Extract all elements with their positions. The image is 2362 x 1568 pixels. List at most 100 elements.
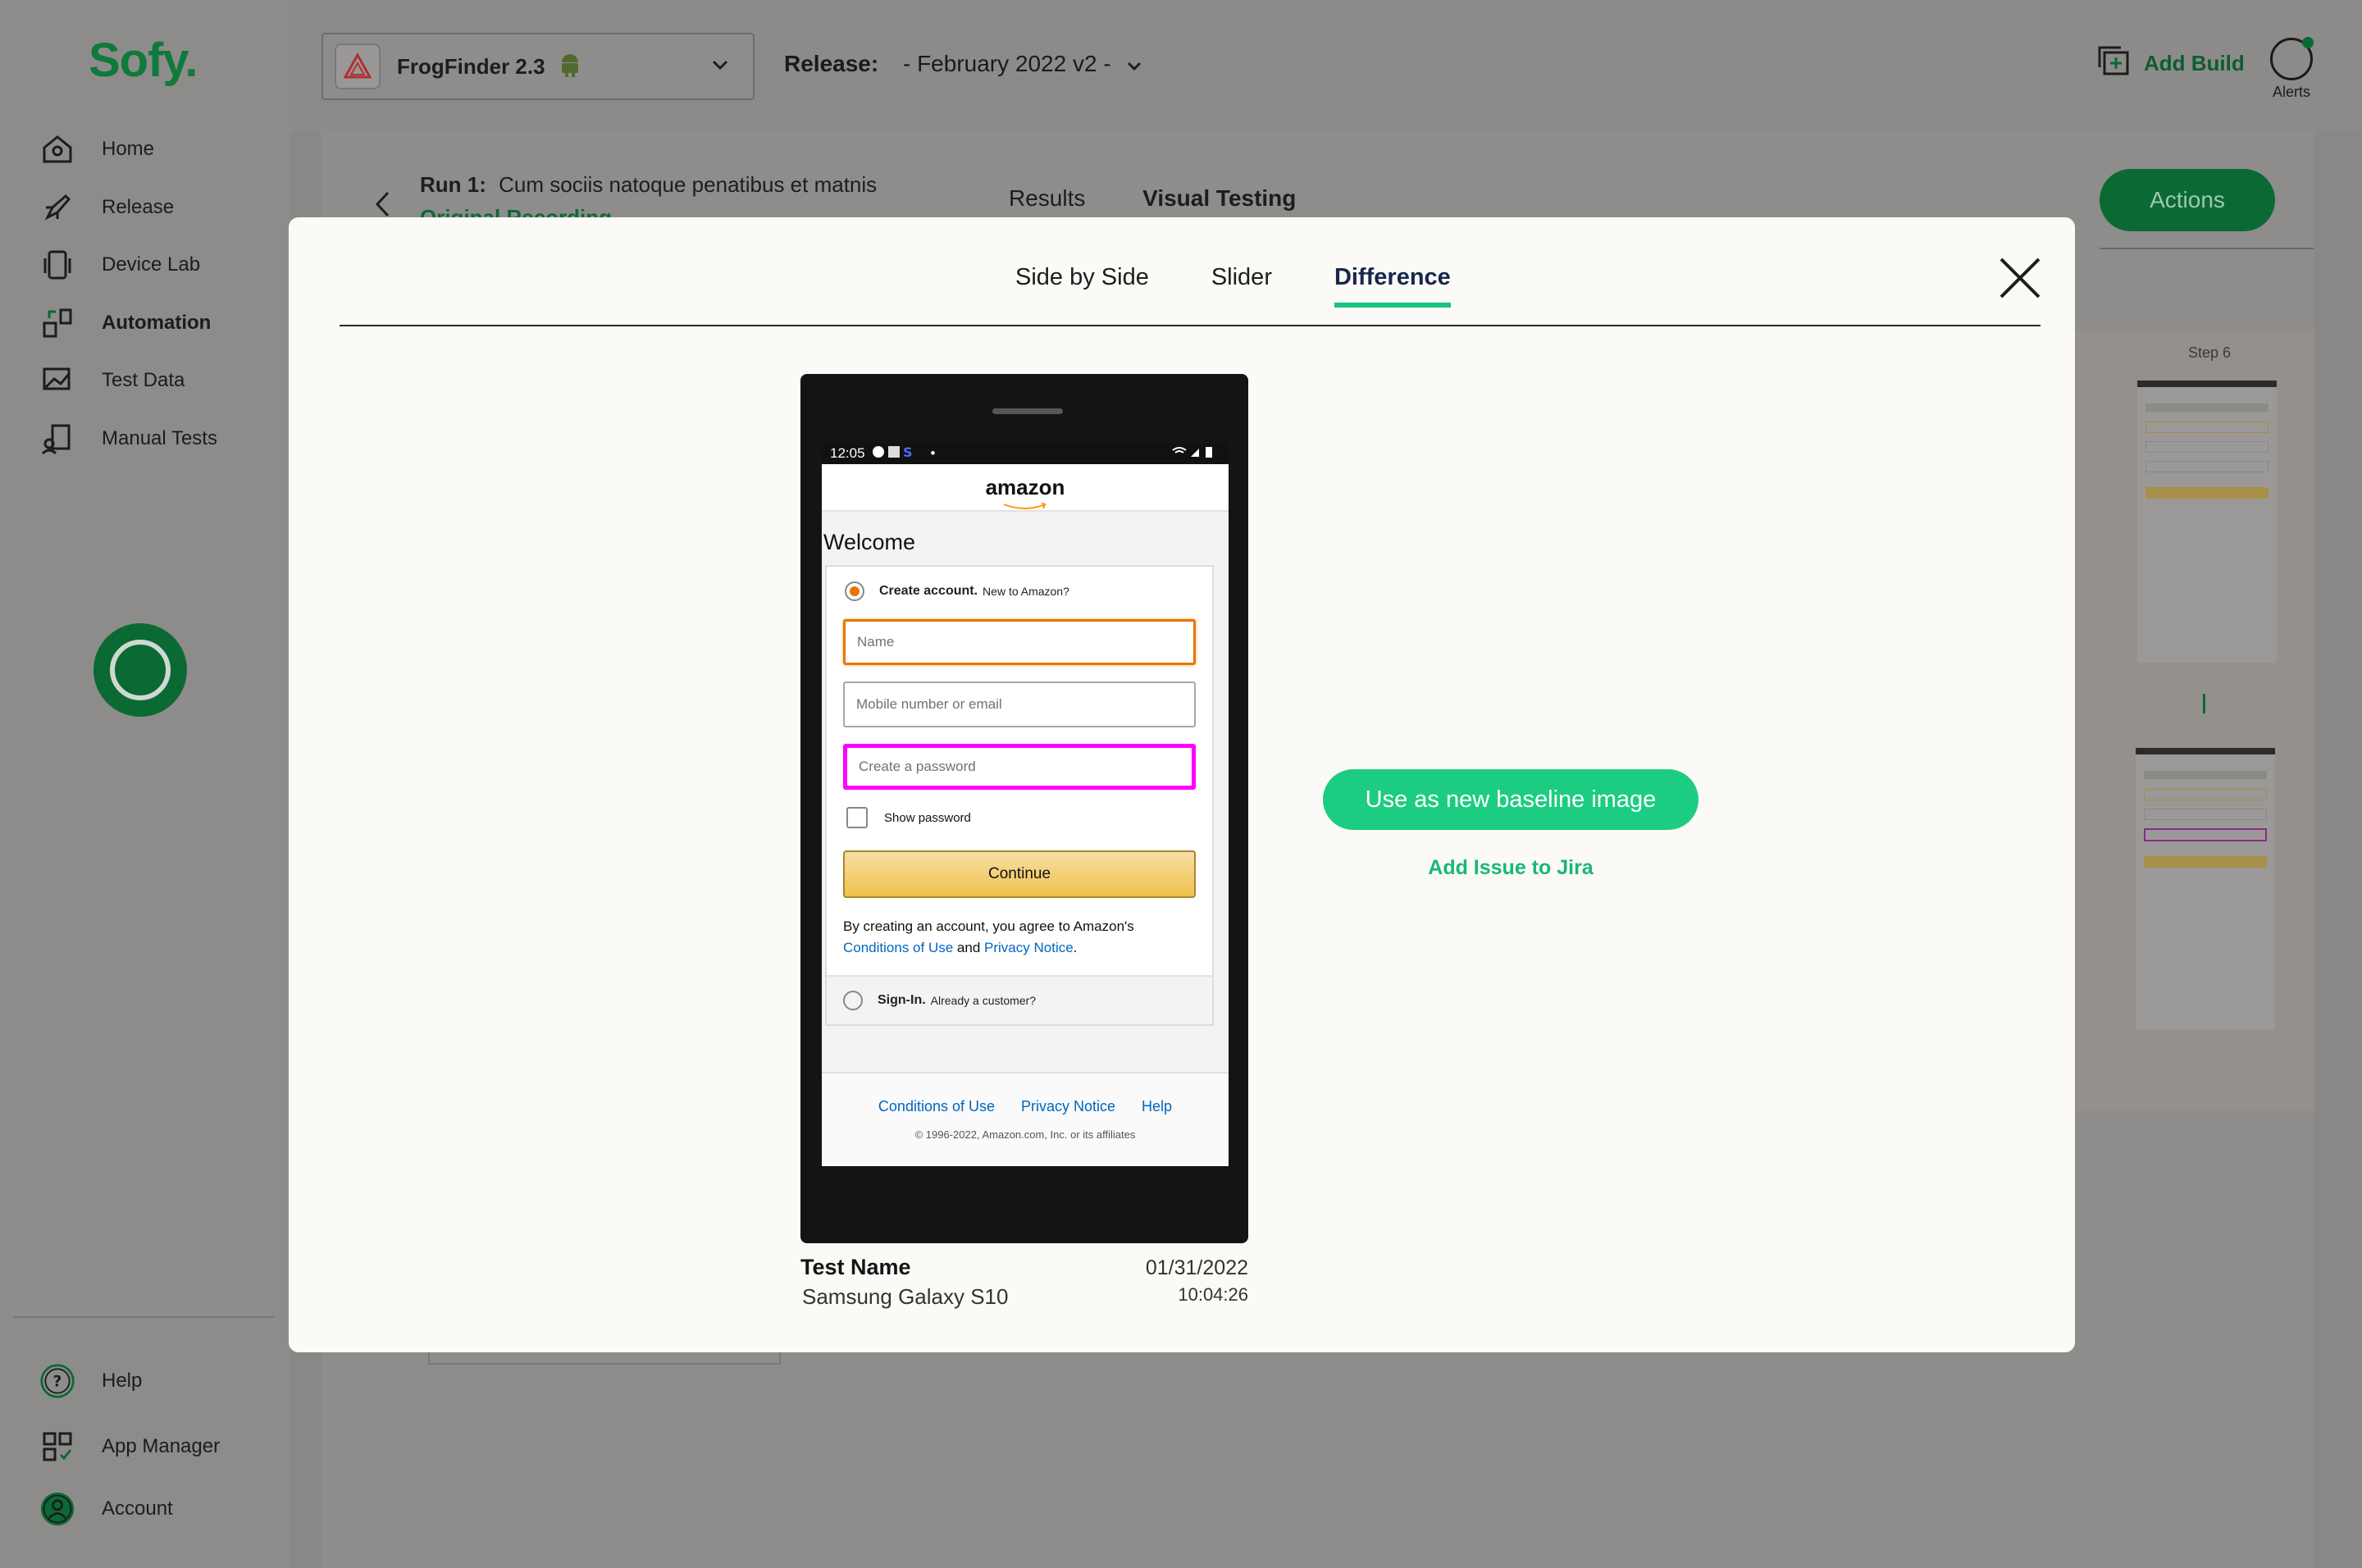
step-label: Step 6 [2188, 344, 2232, 361]
release-selector[interactable]: Release: - February 2022 v2 - [784, 51, 1142, 77]
use-as-baseline-button[interactable]: Use as new baseline image [1323, 769, 1699, 830]
step-connector [2203, 694, 2205, 713]
sidebar-item-release[interactable]: Release [39, 188, 174, 227]
app-logo-icon [335, 43, 381, 89]
sidebar: Sofy. Home Release Device Lab Automation… [0, 0, 290, 1568]
checkbox [846, 807, 868, 828]
test-data-icon [39, 362, 75, 399]
chevron-down-icon [712, 59, 728, 74]
divider [2100, 248, 2314, 249]
sidebar-item-label: App Manager [102, 1435, 221, 1457]
show-password-option[interactable]: Show password [827, 803, 1212, 832]
test-name: Test Name [800, 1255, 911, 1279]
device-status-bar: 12:05 S • [822, 443, 1229, 464]
close-icon[interactable] [1998, 256, 2042, 300]
amazon-logo: amazon [985, 474, 1065, 499]
add-build-button[interactable]: Add Build [2096, 44, 2245, 83]
tab-slider[interactable]: Slider [1211, 264, 1272, 308]
step-thumbnail[interactable] [2137, 381, 2277, 663]
assistant-icon [110, 640, 171, 700]
capture-time: 10:04:26 [1178, 1284, 1248, 1305]
bell-icon [2270, 37, 2314, 80]
sidebar-item-manual-tests[interactable]: Manual Tests [39, 419, 217, 458]
amazon-smile-icon [1002, 500, 1048, 515]
assistant-fab[interactable] [93, 623, 187, 717]
create-account-option[interactable]: Create account. New to Amazon? [827, 567, 1212, 604]
footer-links: Conditions of Use Privacy Notice Help [822, 1073, 1229, 1115]
add-build-label: Add Build [2144, 51, 2245, 75]
step-thumbnail[interactable] [2136, 748, 2275, 1030]
actions-button[interactable]: Actions [2100, 169, 2275, 231]
mobile-email-field[interactable]: Mobile number or email [843, 681, 1196, 727]
device-name: Samsung Galaxy S10 [802, 1284, 1009, 1309]
amazon-footer: Conditions of Use Privacy Notice Help © … [822, 1072, 1229, 1166]
tab-results[interactable]: Results [1009, 185, 1085, 211]
release-label: Release: [784, 51, 879, 76]
continue-button[interactable]: Continue [843, 850, 1196, 898]
welcome-heading: Welcome [823, 530, 916, 554]
sidebar-item-label: Manual Tests [102, 427, 217, 449]
show-password-label: Show password [884, 810, 971, 825]
sidebar-item-home[interactable]: Home [39, 130, 154, 169]
alerts-label: Alerts [2272, 84, 2310, 100]
footer-help-link[interactable]: Help [1142, 1098, 1172, 1115]
status-time: 12:05 [830, 445, 865, 461]
run-tabs: Results Visual Testing [1009, 185, 1347, 212]
create-account-sub: New to Amazon? [983, 585, 1069, 598]
app-name: FrogFinder 2.3 [397, 53, 545, 79]
app-selector[interactable]: FrogFinder 2.3 [321, 33, 755, 100]
status-dot: • [930, 445, 936, 461]
radio-selected [845, 581, 864, 601]
automation-icon [39, 305, 75, 341]
sidebar-item-label: Test Data [102, 369, 185, 391]
tab-side-by-side[interactable]: Side by Side [1015, 264, 1149, 308]
run-name: Cum sociis natoque penatibus et matnis [499, 172, 878, 197]
signin-sub: Already a customer? [930, 994, 1037, 1007]
svg-text:?: ? [53, 1373, 62, 1390]
chevron-down-icon [1127, 51, 1142, 76]
password-field-diff-highlight[interactable]: Create a password [843, 744, 1196, 790]
home-icon [39, 131, 75, 167]
modal-tabs-divider [340, 325, 2041, 326]
terms-text: By creating an account, you agree to Ama… [843, 918, 1134, 955]
footer-conditions-link[interactable]: Conditions of Use [878, 1098, 995, 1115]
sidebar-item-label: Home [102, 138, 155, 160]
device-speaker [992, 408, 1063, 414]
capture-date: 01/31/2022 [1145, 1256, 1248, 1279]
privacy-link[interactable]: Privacy Notice [984, 940, 1074, 955]
radio-unselected [843, 991, 863, 1010]
add-build-icon [2096, 44, 2132, 83]
manual-tests-icon [39, 421, 75, 457]
sidebar-item-help[interactable]: ? Help [39, 1361, 142, 1401]
signin-option[interactable]: Sign-In. Already a customer? [827, 975, 1212, 1024]
footer-privacy-link[interactable]: Privacy Notice [1021, 1098, 1115, 1115]
tab-difference[interactable]: Difference [1334, 264, 1451, 308]
create-account-card: Create account. New to Amazon? Name Mobi… [825, 565, 1214, 1026]
diff-screenshot: 12:05 S • amazon Welcome Create account.… [822, 443, 1229, 1166]
add-issue-jira-link[interactable]: Add Issue to Jira [1323, 856, 1699, 880]
rocket-icon [39, 189, 75, 226]
sidebar-item-device-lab[interactable]: Device Lab [39, 245, 200, 285]
conditions-link[interactable]: Conditions of Use [843, 940, 953, 955]
terms-lead: By creating an account, you agree to Ama… [843, 918, 1134, 934]
status-icons: S [872, 444, 921, 463]
modal-tabs: Side by Side Slider Difference [1015, 264, 1451, 308]
notification-dot [2302, 37, 2314, 48]
help-icon: ? [39, 1363, 75, 1399]
run-title: Run 1: Cum sociis natoque penatibus et m… [420, 172, 877, 198]
account-icon [39, 1491, 75, 1527]
app-manager-icon [39, 1429, 75, 1465]
sidebar-item-label: Device Lab [102, 253, 201, 276]
sidebar-item-label: Help [102, 1370, 143, 1392]
sidebar-item-label: Automation [102, 312, 212, 334]
sidebar-item-account[interactable]: Account [39, 1489, 173, 1529]
terms-and: and [956, 940, 981, 955]
name-field[interactable]: Name [843, 619, 1196, 665]
android-icon [559, 52, 581, 81]
alerts-button[interactable]: Alerts [2265, 37, 2318, 101]
sofy-logo[interactable]: Sofy. [89, 33, 198, 88]
sidebar-item-automation[interactable]: Automation [39, 303, 211, 343]
tab-visual-testing[interactable]: Visual Testing [1142, 185, 1296, 211]
sidebar-item-test-data[interactable]: Test Data [39, 361, 185, 400]
sidebar-item-app-manager[interactable]: App Manager [39, 1427, 220, 1466]
